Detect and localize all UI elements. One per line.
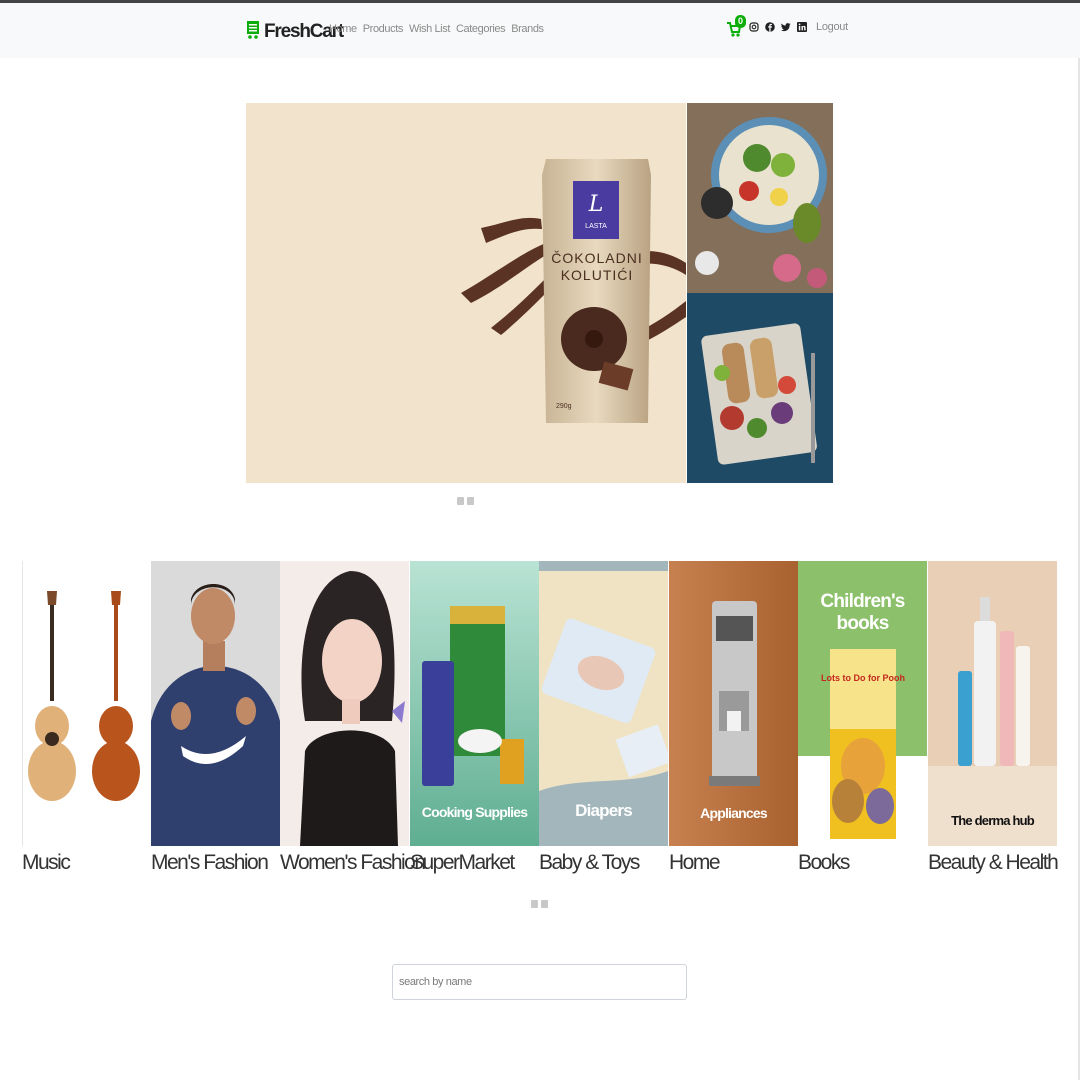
nav-link-categories[interactable]: Categories	[456, 23, 506, 35]
nav-link-home[interactable]: Home	[329, 23, 357, 35]
category-card-supermarket[interactable]: Cooking Supplies SuperMarket	[410, 561, 539, 874]
logout-link[interactable]: Logout	[816, 21, 848, 33]
skincare-image: The derma hub	[928, 561, 1057, 846]
diapers-image: Diapers	[539, 561, 668, 846]
category-card-books[interactable]: Lots to Do for Pooh Children's books Boo…	[798, 561, 927, 874]
svg-text:KOLUTIĆI: KOLUTIĆI	[561, 267, 634, 283]
hero-dot-2[interactable]	[467, 497, 474, 505]
food-platter-image	[687, 293, 833, 483]
grocery-image: Cooking Supplies	[410, 561, 539, 846]
search-input[interactable]	[392, 964, 687, 1000]
cart-logo-icon	[246, 18, 261, 45]
woman-illustration-image	[280, 561, 409, 846]
category-name: Beauty & Health	[928, 851, 1059, 874]
guitar-image	[22, 561, 151, 846]
nav-link-products[interactable]: Products	[363, 23, 404, 35]
nav-right: 0 Logout	[727, 15, 848, 37]
man-hoodie-image	[151, 561, 280, 846]
category-slider[interactable]: Music Men's Fashion Women's Fashion Cook…	[22, 561, 1059, 881]
category-card-mens-fashion[interactable]: Men's Fashion	[151, 561, 280, 874]
category-name: Books	[798, 851, 850, 874]
linkedin-icon[interactable]	[797, 21, 807, 33]
facebook-icon[interactable]	[765, 21, 775, 33]
category-dot-1[interactable]	[531, 900, 538, 908]
category-caption: Diapers	[575, 801, 633, 820]
svg-text:Lots to Do for Pooh: Lots to Do for Pooh	[821, 673, 905, 683]
category-card-baby-toys[interactable]: Diapers Baby & Toys	[539, 561, 668, 874]
category-name: Women's Fashion	[280, 851, 426, 874]
salad-bowl-image	[687, 103, 833, 293]
hero-dot-1[interactable]	[457, 497, 464, 505]
category-card-beauty-health[interactable]: The derma hub Beauty & Health	[928, 561, 1059, 874]
category-name: SuperMarket	[410, 851, 515, 874]
childrens-book-image: Lots to Do for Pooh Children's books	[798, 561, 927, 846]
category-caption: Cooking Supplies	[421, 804, 528, 820]
cart-button[interactable]: 0	[727, 15, 746, 37]
category-card-home[interactable]: Appliances Home	[669, 561, 798, 874]
svg-text:L: L	[588, 192, 604, 217]
category-card-music[interactable]: Music	[22, 561, 151, 874]
category-card-womens-fashion[interactable]: Women's Fashion	[280, 561, 426, 874]
navbar: FreshCart Home Products Wish List Catego…	[0, 3, 1080, 58]
category-slider-dots	[531, 900, 548, 908]
category-caption: The derma hub	[951, 813, 1035, 828]
coffee-machine-image: Appliances	[669, 561, 798, 846]
nav-link-wishlist[interactable]: Wish List	[409, 23, 450, 35]
svg-text:LASTA: LASTA	[585, 223, 607, 230]
nav-link-brands[interactable]: Brands	[511, 23, 544, 35]
category-name: Home	[669, 851, 721, 874]
category-name: Men's Fashion	[151, 851, 269, 874]
hero-main-slide: L LASTA ČOKOLADNI KOLUTIĆI 290g	[246, 103, 686, 483]
nav-links: Home Products Wish List Categories Brand…	[329, 23, 544, 35]
category-name: Music	[22, 851, 71, 874]
svg-text:ČOKOLADNI: ČOKOLADNI	[551, 250, 642, 266]
twitter-icon[interactable]	[781, 21, 791, 33]
category-caption: Appliances	[700, 805, 768, 821]
svg-text:290g: 290g	[556, 403, 572, 410]
category-caption: Children's books	[820, 591, 905, 634]
category-dot-2[interactable]	[541, 900, 548, 908]
hero-slider-dots	[457, 497, 474, 505]
chocolate-product-image: L LASTA ČOKOLADNI KOLUTIĆI 290g	[246, 103, 686, 483]
category-name: Baby & Toys	[539, 851, 640, 874]
hero-slider[interactable]: L LASTA ČOKOLADNI KOLUTIĆI 290g	[246, 103, 833, 483]
instagram-icon[interactable]	[749, 21, 759, 33]
cart-count-badge: 0	[735, 15, 746, 28]
